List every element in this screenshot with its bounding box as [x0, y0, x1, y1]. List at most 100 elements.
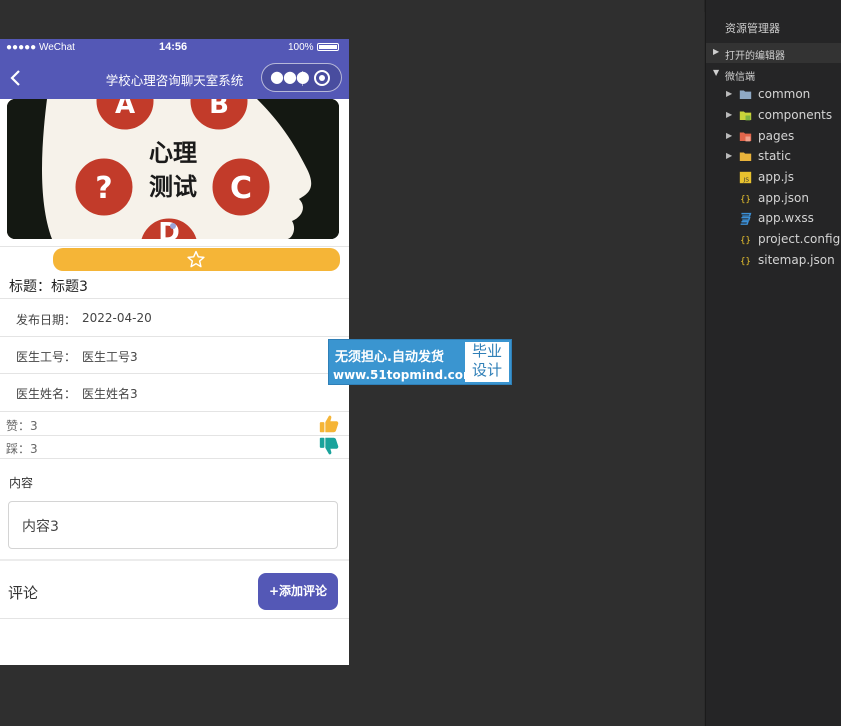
divider	[0, 458, 349, 459]
status-bar: ●●●●● WeChat 14:56 100%	[0, 39, 349, 58]
tree-folder-components[interactable]: ▶ components	[706, 106, 841, 126]
comment-section-label: 评论	[8, 584, 39, 602]
explorer-title: 资源管理器	[725, 22, 780, 35]
open-editors-label: 打开的编辑器	[725, 51, 785, 62]
dislikes-count: 踩：3	[6, 442, 38, 456]
chevron-right-icon: ▶	[726, 89, 733, 98]
doctor-id-label: 医生工号：	[16, 350, 77, 364]
article-title: 标题：标题3	[9, 276, 88, 296]
tree-item-label: app.wxss	[758, 211, 814, 225]
divider	[0, 336, 349, 337]
tree-item-label: app.json	[758, 191, 809, 205]
tree-file-project-config[interactable]: {} project.config.json	[706, 230, 841, 250]
tree-item-label: project.config.json	[758, 232, 841, 246]
svg-text:{}: {}	[740, 195, 751, 205]
publish-date-value: 2022-04-20	[82, 311, 152, 325]
carrier-label: ●●●●● WeChat	[6, 42, 75, 53]
svg-text:{}: {}	[740, 236, 751, 246]
banner-text-line2: 测试	[149, 173, 197, 201]
psych-test-illustration: A B ? C D 心理 测试	[7, 99, 339, 239]
close-target-icon[interactable]	[314, 70, 330, 86]
battery-indicator: 100%	[288, 42, 339, 53]
tree-item-label: static	[758, 149, 791, 163]
svg-text:{}: {}	[740, 257, 751, 267]
mini-program-capsule: ●●●	[261, 63, 342, 92]
pages-folder-icon	[739, 132, 752, 142]
publish-date-label: 发布日期：	[16, 313, 77, 327]
tree-item-label: app.js	[758, 170, 794, 184]
project-section[interactable]: ▼ 微信端	[706, 64, 841, 84]
thumbs-down-icon[interactable]	[318, 435, 340, 457]
tree-file-app-js[interactable]: JS app.js	[706, 168, 841, 188]
watermark-url: www.51topmind.com	[333, 368, 476, 382]
tree-folder-pages[interactable]: ▶ pages	[706, 127, 841, 147]
json-file-icon: {}	[740, 236, 751, 246]
doctor-id-value: 医生工号3	[82, 350, 138, 364]
folder-icon	[739, 90, 752, 99]
battery-icon	[316, 43, 339, 51]
thumbs-up-icon[interactable]	[318, 413, 340, 435]
js-file-icon: JS	[739, 171, 752, 184]
content-label: 内容	[9, 476, 34, 490]
doctor-name-label: 医生姓名：	[16, 387, 77, 401]
css-file-icon	[740, 212, 752, 225]
content-box: 内容3	[8, 501, 338, 549]
tree-file-app-wxss[interactable]: app.wxss	[706, 209, 841, 229]
components-folder-icon	[739, 111, 752, 121]
tree-file-app-json[interactable]: {} app.json	[706, 189, 841, 209]
content-value: 内容3	[22, 519, 59, 535]
title-value: 标题3	[51, 279, 88, 295]
svg-text:JS: JS	[743, 178, 750, 184]
likes-count: 赞：3	[6, 419, 38, 433]
phone-simulator: ●●●●● WeChat 14:56 100% 学校心理咨询聊天室系统 ●●● …	[0, 39, 349, 665]
watermark-badge: 毕业 设计	[465, 342, 509, 382]
watermark-badge-top: 毕业	[471, 342, 502, 360]
chevron-down-icon: ▼	[713, 68, 720, 77]
watermark-line1: 无须担心.自动发货	[335, 350, 444, 365]
chevron-right-icon: ▶	[726, 131, 733, 140]
divider	[0, 559, 349, 561]
divider	[0, 411, 349, 412]
divider	[0, 246, 349, 247]
doctor-name-value: 医生姓名3	[82, 387, 138, 401]
watermark-text: 无须担心.自动发货 www.51topmind.com	[329, 340, 476, 386]
tree-item-label: components	[758, 108, 833, 122]
watermark-banner: 无须担心.自动发货 www.51topmind.com 毕业 设计	[328, 339, 512, 385]
tree-item-label: sitemap.json	[758, 253, 835, 267]
banner-text-line1: 心理	[149, 139, 197, 167]
project-label: 微信端	[725, 72, 755, 83]
json-file-icon: {}	[740, 195, 751, 205]
open-editors-section[interactable]: ▶ 打开的编辑器	[706, 43, 841, 63]
chevron-right-icon: ▶	[726, 151, 733, 160]
watermark-badge-bottom: 设计	[471, 361, 502, 379]
choice-a-label: A	[115, 99, 135, 120]
battery-percent: 100%	[288, 42, 314, 53]
divider	[0, 373, 349, 374]
chevron-right-icon: ▶	[713, 47, 720, 56]
clock: 14:56	[159, 41, 188, 53]
divider	[0, 435, 349, 436]
choice-d-label: D	[158, 218, 180, 239]
nav-bar: 学校心理咨询聊天室系统 ●●●	[0, 58, 349, 99]
folder-icon	[739, 152, 752, 161]
file-explorer-panel: 资源管理器 ▶ 打开的编辑器 ▼ 微信端 ▶ common ▶ componen…	[705, 0, 841, 726]
add-comment-button[interactable]: +添加评论	[258, 573, 338, 610]
article-cover-image: A B ? C D 心理 测试	[7, 99, 339, 239]
json-file-icon: {}	[740, 257, 751, 267]
divider	[0, 618, 349, 619]
more-dots-icon[interactable]: ●●●	[270, 67, 310, 87]
tree-file-sitemap-json[interactable]: {} sitemap.json	[706, 251, 841, 271]
chevron-right-icon: ▶	[726, 110, 733, 119]
tree-item-label: common	[758, 87, 811, 101]
tree-folder-common[interactable]: ▶ common	[706, 85, 841, 105]
tree-item-label: pages	[758, 129, 795, 143]
choice-question-label: ?	[95, 171, 112, 206]
divider	[0, 298, 349, 299]
capsule-divider	[302, 71, 303, 86]
favorite-button[interactable]	[53, 248, 340, 271]
choice-b-label: B	[209, 99, 229, 120]
star-icon	[187, 250, 205, 268]
choice-c-label: C	[230, 171, 252, 206]
tree-folder-static[interactable]: ▶ static	[706, 147, 841, 167]
title-label: 标题：	[9, 279, 51, 295]
